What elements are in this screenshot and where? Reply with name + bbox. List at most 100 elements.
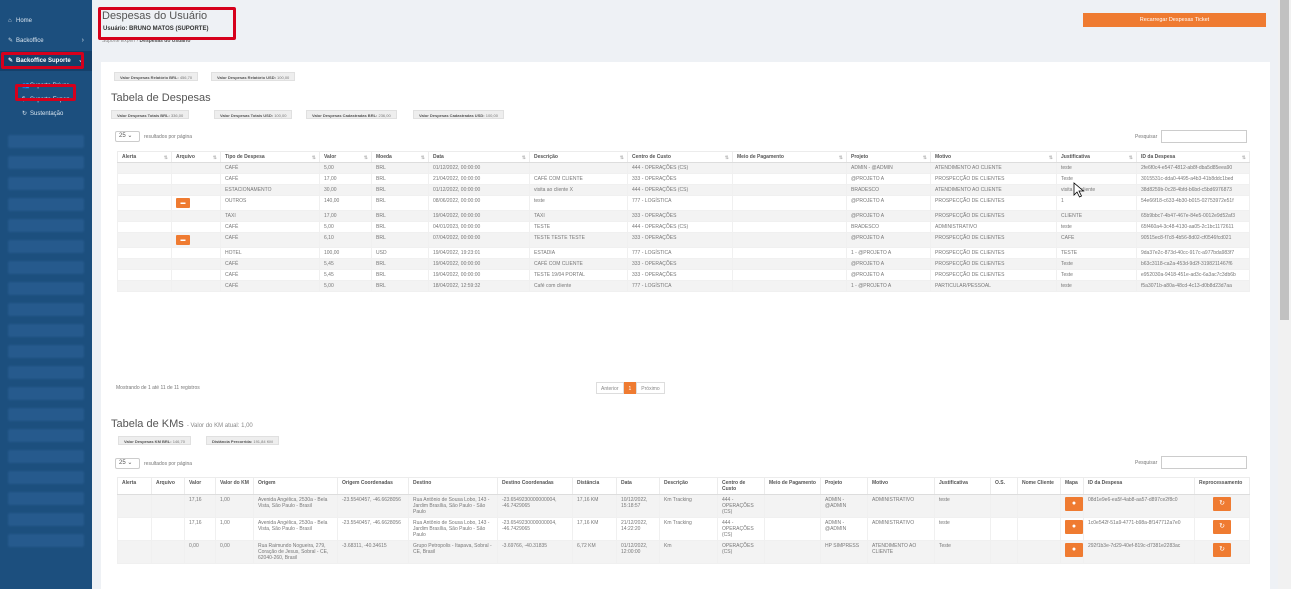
search-input[interactable]	[1161, 130, 1248, 143]
sidebar-blurred-item[interactable]	[8, 345, 84, 358]
pagination-next[interactable]: Próximo	[636, 382, 665, 394]
table-row: HOTEL 100,00 USD 19/04/2022, 19:23:01 ESTADI…	[117, 247, 1250, 259]
reprocess-icon[interactable]: ↻	[1213, 497, 1231, 511]
column-header[interactable]: Projeto	[820, 477, 868, 495]
column-header[interactable]: O.S.	[990, 477, 1018, 495]
table-cell: BRL	[371, 184, 429, 196]
table-cell: 19/04/2022, 00:00:00	[428, 269, 530, 281]
sidebar-blurred-item[interactable]	[8, 471, 84, 484]
file-icon[interactable]: ▬	[176, 235, 190, 245]
table-cell: TESTE	[1056, 247, 1137, 259]
column-header[interactable]: Descrição ⇅	[529, 151, 628, 163]
sort-icon: ⇅	[521, 155, 526, 161]
chevron-right-icon: ›	[81, 37, 84, 44]
column-header[interactable]: Tipo de Despesa ⇅	[220, 151, 320, 163]
sidebar-item-backoffice[interactable]: ✎ Backoffice ›	[0, 31, 92, 51]
sidebar-blurred-item[interactable]	[8, 261, 84, 274]
page-length-select[interactable]: 25 ⌄	[115, 458, 140, 469]
scrollbar-thumb[interactable]	[1280, 0, 1289, 320]
column-header[interactable]: Meio de Pagamento ⇅	[732, 151, 847, 163]
sidebar-blurred-item[interactable]	[8, 156, 84, 169]
refresh-icon: ↻	[22, 111, 28, 117]
sidebar-blurred-item[interactable]	[8, 303, 84, 316]
sidebar-blurred-item[interactable]	[8, 429, 84, 442]
column-header[interactable]: Descrição	[659, 477, 718, 495]
sidebar-blurred-item[interactable]	[8, 534, 84, 547]
column-header[interactable]: Valor do KM	[215, 477, 254, 495]
column-header[interactable]: Centro de Custo ⇅	[627, 151, 733, 163]
column-header[interactable]: Destino Coordenadas	[497, 477, 573, 495]
sidebar-blurred-item[interactable]	[8, 408, 84, 421]
column-header[interactable]: Centro de Custo	[717, 477, 765, 495]
column-header[interactable]: Valor ⇅	[319, 151, 372, 163]
sidebar-blurred-item[interactable]	[8, 282, 84, 295]
column-header[interactable]: Origem Coordenadas	[337, 477, 409, 495]
file-icon[interactable]: ▬	[176, 198, 190, 208]
sidebar-blurred-item[interactable]	[8, 492, 84, 505]
column-header[interactable]: Arquivo ⇅	[171, 151, 221, 163]
pagination-prev[interactable]: Anterior	[596, 382, 624, 394]
table-cell: 100,00	[319, 247, 372, 259]
table-cell	[151, 494, 185, 518]
total-usd-badge: Valor Despesas Totais USD: 100,00	[214, 110, 293, 119]
column-header[interactable]: Nome Cliente	[1017, 477, 1061, 495]
table-cell: BRL	[371, 221, 429, 233]
column-header[interactable]: Destino	[408, 477, 498, 495]
sidebar-blurred-item[interactable]	[8, 135, 84, 148]
sidebar-blurred-item[interactable]	[8, 219, 84, 232]
reload-ticket-button[interactable]: Recarregar Despesas Ticket	[1083, 13, 1266, 27]
column-header[interactable]: Data ⇅	[428, 151, 530, 163]
table-cell: ESTACIONAMENTO	[220, 184, 320, 196]
column-header[interactable]: Mapa	[1060, 477, 1084, 495]
map-pin-icon[interactable]: ●	[1065, 520, 1083, 534]
column-header[interactable]: Moeda ⇅	[371, 151, 429, 163]
column-header[interactable]: Arquivo	[151, 477, 185, 495]
column-header[interactable]: Valor	[184, 477, 216, 495]
sidebar-blurred-item[interactable]	[8, 177, 84, 190]
column-header[interactable]: Alerta	[117, 477, 152, 495]
column-header[interactable]: Justificativa ⇅	[1056, 151, 1137, 163]
kms-search: Pesquisar	[1135, 456, 1248, 469]
column-header[interactable]: Justificativa	[934, 477, 991, 495]
page-length-select[interactable]: 25 ⌄	[115, 131, 140, 142]
table-row: CAFÉ 5,45 BRL 19/04/2022, 00:00:00 CAFÉ COM …	[117, 258, 1250, 270]
sidebar-blurred-item[interactable]	[8, 450, 84, 463]
sidebar-blurred-item[interactable]	[8, 366, 84, 379]
pagination-page[interactable]: 1	[623, 382, 637, 394]
sidebar-subitem-sustentacao[interactable]: ↻ Sustentação	[0, 107, 92, 121]
reprocess-icon[interactable]: ↻	[1213, 543, 1231, 557]
column-header[interactable]: Distância	[572, 477, 617, 495]
column-header[interactable]: Reprocessamento	[1194, 477, 1250, 495]
table-cell: ADMIN - @ADMIN	[820, 494, 868, 518]
table-cell: PROSPECÇÃO DE CLIENTES	[930, 232, 1057, 248]
table-cell: 30,00	[319, 184, 372, 196]
table-cell	[117, 517, 152, 541]
table-cell	[990, 494, 1018, 518]
table-cell: 292f1b3e-7d29-40ef-819c-d7381e2283ac	[1083, 540, 1195, 564]
reprocess-icon[interactable]: ↻	[1213, 520, 1231, 534]
page-scrollbar[interactable]	[1278, 0, 1291, 589]
search-input[interactable]	[1161, 456, 1248, 469]
sidebar-blurred-item[interactable]	[8, 324, 84, 337]
column-header[interactable]: ID da Despesa ⇅	[1136, 151, 1250, 163]
table-cell: -23.5540457, -46.6628056	[337, 517, 409, 541]
map-pin-icon[interactable]: ●	[1065, 497, 1083, 511]
table-cell: ▬	[171, 195, 221, 211]
column-header[interactable]: Alerta ⇅	[117, 151, 172, 163]
sidebar-blurred-item[interactable]	[8, 198, 84, 211]
table-cell	[117, 540, 152, 564]
column-header[interactable]: Motivo	[867, 477, 935, 495]
map-pin-icon[interactable]: ●	[1065, 543, 1083, 557]
table-row: ▬ CAFÉ 6,10 BRL 07/04/2022, 00:00:00 TESTE TE…	[117, 232, 1250, 248]
column-header[interactable]: Data	[616, 477, 660, 495]
column-header[interactable]: ID da Despesa	[1083, 477, 1195, 495]
column-header[interactable]: Meio de Pagamento	[764, 477, 821, 495]
column-header[interactable]: Origem	[253, 477, 338, 495]
sidebar-blurred-item[interactable]	[8, 513, 84, 526]
column-header[interactable]: Motivo ⇅	[930, 151, 1057, 163]
sidebar-blurred-item[interactable]	[8, 240, 84, 253]
sidebar-blurred-item[interactable]	[8, 387, 84, 400]
column-header[interactable]: Projeto ⇅	[846, 151, 931, 163]
sidebar-item-home[interactable]: ⌂ Home	[0, 11, 92, 31]
table-cell	[171, 162, 221, 174]
